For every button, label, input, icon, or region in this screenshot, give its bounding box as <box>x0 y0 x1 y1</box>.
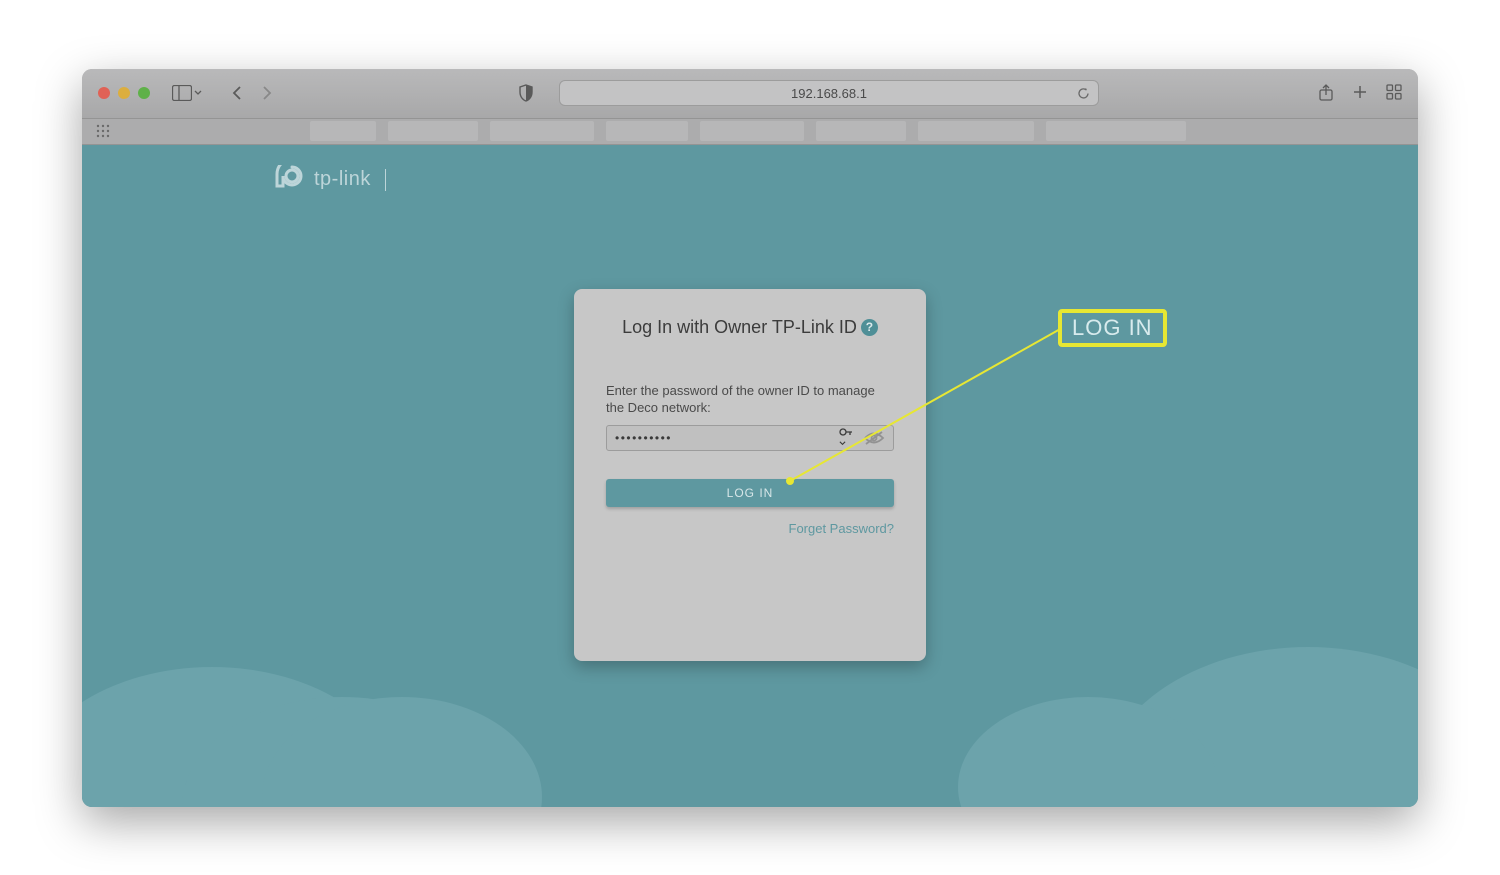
grid-icon <box>1386 84 1402 100</box>
navigation-arrows <box>224 80 280 106</box>
shield-icon <box>518 84 534 102</box>
login-instruction: Enter the password of the owner ID to ma… <box>606 382 894 417</box>
sidebar-icon <box>172 85 192 101</box>
page-content: tp-link Log In with Owner TP-Link ID ? E… <box>82 145 1418 807</box>
bookmark-item[interactable] <box>490 121 594 141</box>
bookmark-item[interactable] <box>606 121 688 141</box>
login-button[interactable]: LOG IN <box>606 479 894 507</box>
login-title-text: Log In with Owner TP-Link ID <box>622 317 857 338</box>
chevron-down-icon <box>839 440 846 447</box>
help-icon[interactable]: ? <box>861 319 878 336</box>
browser-window: 192.168.68.1 <box>82 69 1418 807</box>
show-password-toggle[interactable] <box>863 431 885 445</box>
url-text: 192.168.68.1 <box>791 86 867 101</box>
callout-label: LOG IN <box>1058 309 1167 347</box>
apps-grid-button[interactable] <box>96 124 110 138</box>
brand-separator <box>385 169 386 191</box>
maximize-window-button[interactable] <box>138 87 150 99</box>
back-button[interactable] <box>224 80 250 106</box>
chevron-down-icon <box>194 89 202 97</box>
bookmark-item[interactable] <box>918 121 1034 141</box>
login-title: Log In with Owner TP-Link ID ? <box>606 317 894 338</box>
bookmark-item[interactable] <box>700 121 804 141</box>
tplink-logo-icon <box>274 165 304 195</box>
plus-icon <box>1352 84 1368 100</box>
password-field-wrapper <box>606 425 894 451</box>
bookmark-item[interactable] <box>1046 121 1186 141</box>
close-window-button[interactable] <box>98 87 110 99</box>
chevron-right-icon <box>261 85 273 101</box>
toolbar-right <box>1318 84 1402 102</box>
brand-header: tp-link <box>274 165 386 195</box>
browser-toolbar: 192.168.68.1 <box>82 69 1418 119</box>
key-icon <box>839 426 853 438</box>
share-button[interactable] <box>1318 84 1334 102</box>
apps-icon <box>96 124 110 138</box>
reload-button[interactable] <box>1077 87 1090 100</box>
window-controls <box>98 87 150 99</box>
share-icon <box>1318 84 1334 102</box>
tabs-overview-button[interactable] <box>1386 84 1402 102</box>
address-bar[interactable]: 192.168.68.1 <box>559 80 1099 106</box>
chevron-left-icon <box>231 85 243 101</box>
reload-icon <box>1077 87 1090 100</box>
minimize-window-button[interactable] <box>118 87 130 99</box>
bookmark-item[interactable] <box>388 121 478 141</box>
forgot-password-link[interactable]: Forget Password? <box>606 521 894 536</box>
brand-name: tp-link <box>314 168 371 191</box>
privacy-shield-button[interactable] <box>513 80 539 106</box>
login-card: Log In with Owner TP-Link ID ? Enter the… <box>574 289 926 661</box>
password-input[interactable] <box>615 431 839 445</box>
favorites-bar <box>82 119 1418 145</box>
new-tab-button[interactable] <box>1352 84 1368 102</box>
bookmark-item[interactable] <box>816 121 906 141</box>
eye-slash-icon <box>863 431 885 445</box>
bookmark-placeholders <box>310 121 1186 141</box>
forward-button[interactable] <box>254 80 280 106</box>
sidebar-toggle-button[interactable] <box>172 85 202 101</box>
bookmark-item[interactable] <box>310 121 376 141</box>
keychain-icon[interactable] <box>839 426 853 450</box>
